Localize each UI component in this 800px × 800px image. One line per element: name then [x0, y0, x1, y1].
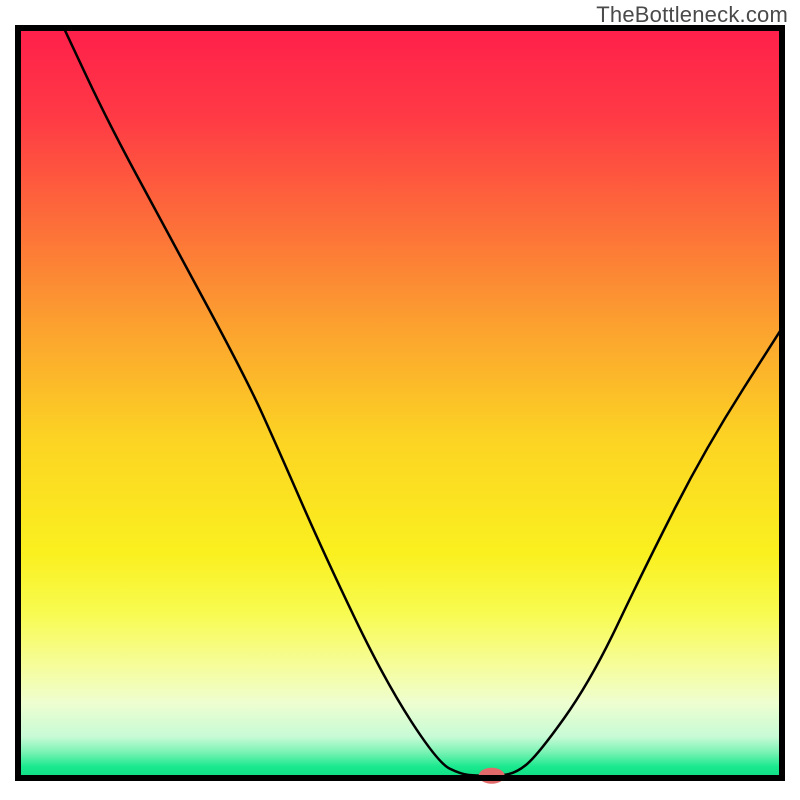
bottleneck-plot-svg [0, 0, 800, 800]
gradient-background [18, 28, 782, 778]
bottleneck-chart: TheBottleneck.com [0, 0, 800, 800]
watermark-text: TheBottleneck.com [596, 2, 788, 28]
